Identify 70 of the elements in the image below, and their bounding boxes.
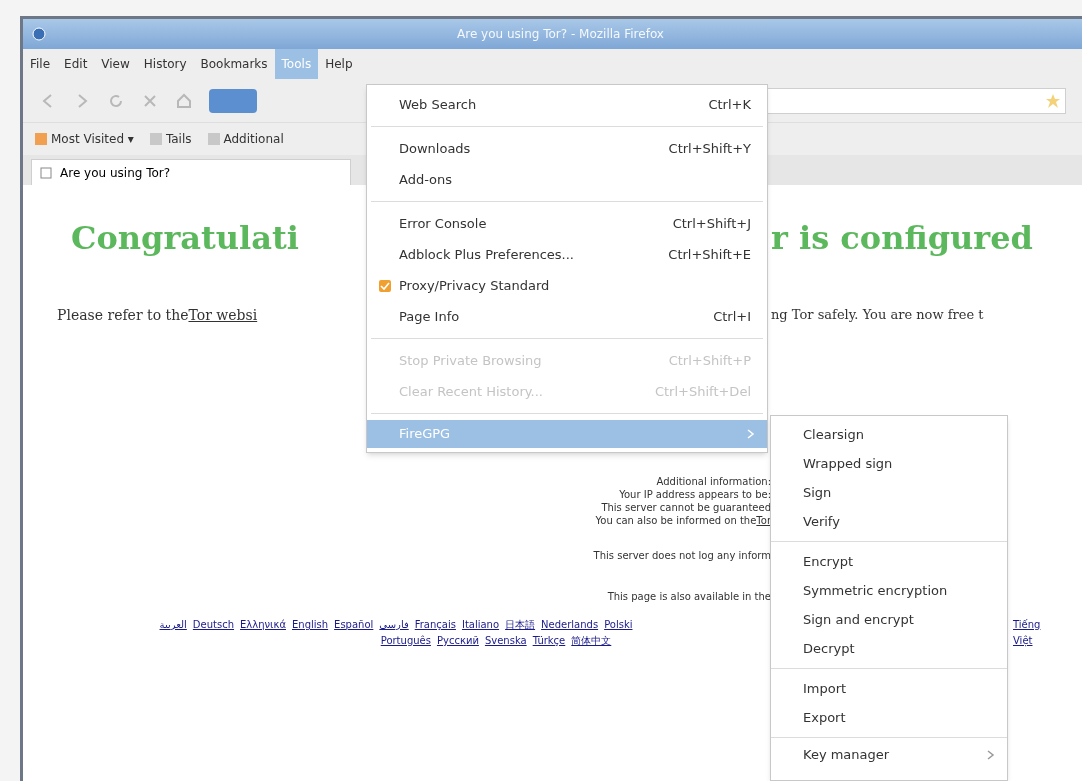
menu-item[interactable]: Sign and encrypt [771,605,1007,634]
menu-bar-item[interactable]: Edit [57,49,95,79]
app-icon [31,26,47,42]
chevron-right-icon [747,429,755,439]
language-link[interactable]: Ελληνικά [240,617,286,633]
page-heading: Congratulati [70,218,300,259]
language-link[interactable]: فارسی [379,617,409,633]
site-identity-button[interactable] [209,88,257,113]
window-title: Are you using Tor? - Mozilla Firefox [456,26,665,43]
menu-item[interactable]: Page Info Ctrl+I [367,301,767,332]
page-heading: r is configured [771,218,1033,259]
info-text: This server does not log any inform [593,549,771,562]
language-link[interactable]: Português [380,633,431,649]
menu-item[interactable]: Clearsign [771,420,1007,449]
bookmark-item[interactable]: Most Visited ▾ [35,130,134,148]
bookmark-icon [35,133,47,145]
menu-item[interactable]: Symmetric encryption [771,576,1007,605]
menu-item[interactable]: Sign [771,478,1007,507]
menu-item[interactable]: Error Console Ctrl+Shift+J [367,208,767,239]
page-icon [40,166,52,179]
language-link[interactable]: English [292,617,329,633]
intro-text: ng Tor safely. You are now free t [771,306,984,325]
bookmark-icon [149,133,162,145]
menu-item[interactable]: Import [771,674,1007,703]
menu-item[interactable]: Key manager [771,743,1007,767]
language-link[interactable]: Français [414,617,456,633]
bookmark-item[interactable]: Tails [149,130,192,148]
menu-item[interactable]: Web Search Ctrl+K [367,89,767,120]
language-link[interactable]: 简体中文 [571,633,612,649]
language-link[interactable]: Español [334,617,374,633]
info-text: Your IP address appears to be: [619,488,771,501]
language-link[interactable]: Türkçe [532,633,566,649]
menu-bar-item[interactable]: History [136,49,194,79]
checkmark-icon [379,279,391,292]
bookmark-item[interactable]: Additional [207,130,284,148]
star-icon[interactable] [1045,92,1061,109]
menu-item[interactable]: Add-ons [367,164,767,195]
menu-bar-item[interactable]: Bookmarks [193,49,275,79]
menu-bar-item[interactable]: Help [318,49,360,79]
language-link[interactable]: Việt [1013,633,1041,649]
menu-item[interactable]: Adblock Plus Preferences... Ctrl+Shift+E [367,239,767,270]
language-link[interactable]: Deutsch [192,617,235,633]
menu-item[interactable]: Verify [771,507,1007,536]
menu-item[interactable]: Encrypt [771,547,1007,576]
info-link[interactable]: Tor [756,514,771,527]
tor-website-link[interactable]: Tor websi [188,304,258,326]
info-text: Additional information: [656,475,771,488]
language-link[interactable]: Polski [604,617,633,633]
menu-item[interactable]: Decrypt [771,634,1007,663]
browser-tab[interactable]: Are you using Tor? [31,159,351,185]
menu-item[interactable]: Downloads Ctrl+Shift+Y [367,133,767,164]
info-text: You can also be informed on the [595,514,757,527]
language-link[interactable]: Svenska [484,633,527,649]
language-link[interactable]: Tiếng [1013,617,1041,633]
language-link[interactable]: Русский [436,633,479,649]
language-link[interactable]: 日本語 [505,617,536,633]
intro-text: Please refer to the [57,305,189,325]
chevron-right-icon [987,750,995,760]
home-icon[interactable] [175,91,193,110]
language-link[interactable]: Italiano [461,617,500,633]
menu-bar-item[interactable]: View [94,49,137,79]
menu-item[interactable]: Export [771,703,1007,732]
menu-item[interactable]: Wrapped sign [771,449,1007,478]
info-text: This server cannot be guaranteed [601,501,771,514]
language-link[interactable]: Nederlands [541,617,599,633]
menu-bar-item[interactable]: File [23,49,58,79]
info-text: This page is also available in the [607,590,771,603]
language-link[interactable]: العربية [159,617,187,633]
bookmark-icon [207,133,220,145]
menu-item[interactable]: Proxy/Privacy Standard [367,270,767,301]
